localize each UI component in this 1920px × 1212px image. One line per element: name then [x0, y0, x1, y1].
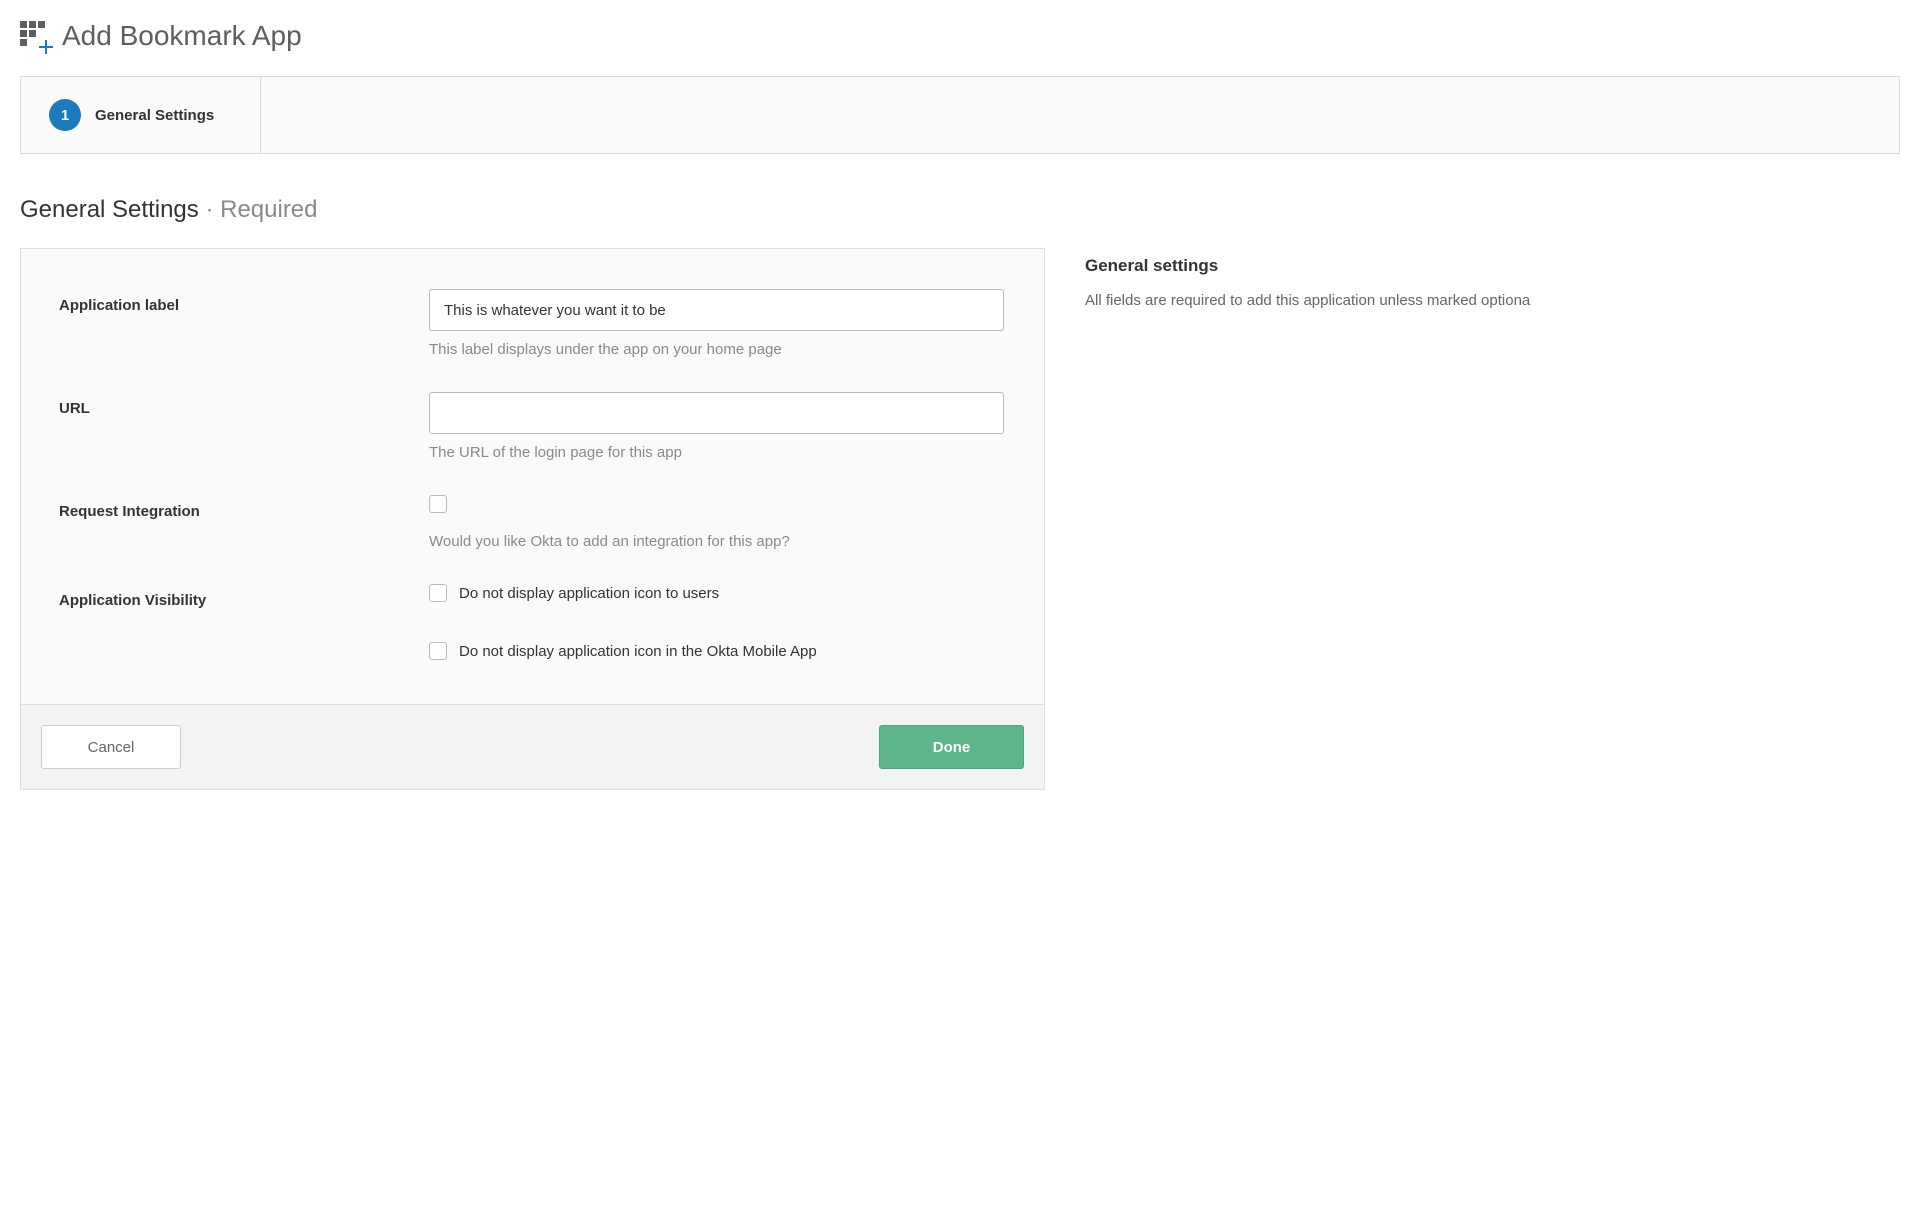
form-panel: Application label This label displays un…: [20, 248, 1045, 790]
application-label-input[interactable]: [429, 289, 1004, 331]
sidebar-title: General settings: [1085, 256, 1900, 276]
sidebar-info: General settings All fields are required…: [1085, 248, 1900, 312]
page-title: Add Bookmark App: [62, 20, 302, 52]
section-heading: General Settings · Required: [20, 196, 1900, 224]
visibility-users-checkbox[interactable]: [429, 584, 447, 602]
request-integration-help: Would you like Okta to add an integratio…: [429, 533, 1006, 550]
done-button[interactable]: Done: [879, 725, 1024, 769]
section-suffix: · Required: [199, 196, 318, 223]
application-visibility-label: Application Visibility: [59, 584, 429, 609]
application-label-label: Application label: [59, 289, 429, 314]
application-label-help: This label displays under the app on you…: [429, 341, 1006, 358]
url-input[interactable]: [429, 392, 1004, 434]
request-integration-label: Request Integration: [59, 495, 429, 520]
request-integration-checkbox[interactable]: [429, 495, 447, 513]
visibility-mobile-label: Do not display application icon in the O…: [459, 643, 817, 660]
url-help: The URL of the login page for this app: [429, 444, 1006, 461]
visibility-users-label: Do not display application icon to users: [459, 585, 719, 602]
sidebar-text: All fields are required to add this appl…: [1085, 290, 1900, 312]
page-header: Add Bookmark App: [20, 20, 1900, 52]
cancel-button[interactable]: Cancel: [41, 725, 181, 769]
section-title: General Settings: [20, 196, 199, 223]
form-footer: Cancel Done: [21, 704, 1044, 789]
visibility-mobile-checkbox[interactable]: [429, 642, 447, 660]
step-number-badge: 1: [49, 99, 81, 131]
url-label: URL: [59, 392, 429, 417]
wizard-step-general-settings[interactable]: 1 General Settings: [21, 77, 261, 153]
step-label: General Settings: [95, 107, 214, 124]
wizard-steps: 1 General Settings: [20, 76, 1900, 154]
app-grid-plus-icon: [20, 21, 50, 51]
